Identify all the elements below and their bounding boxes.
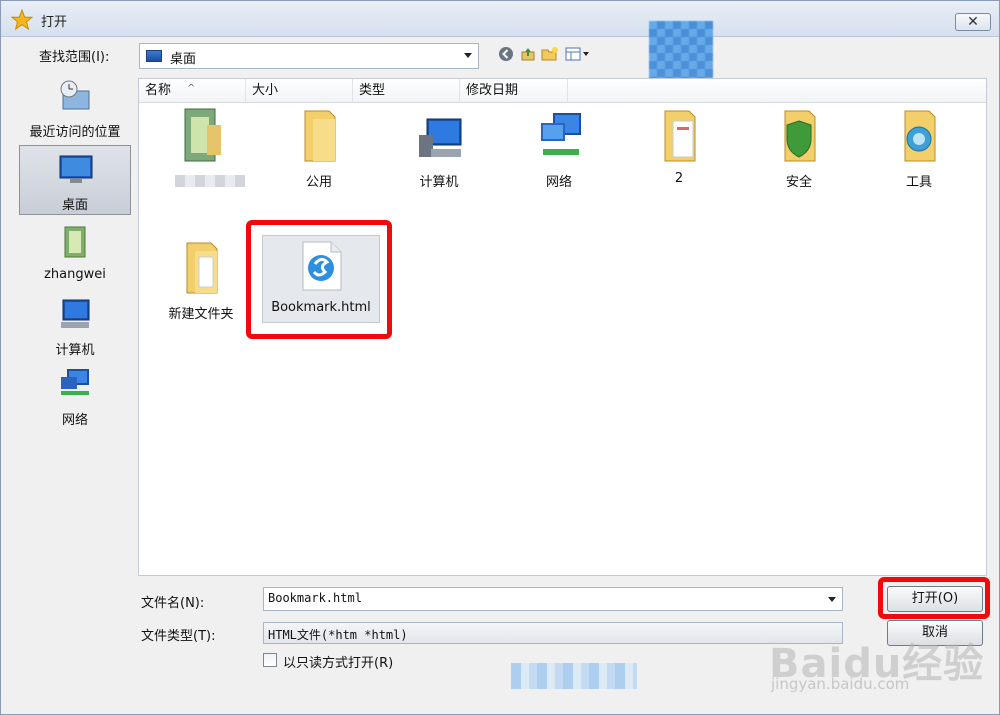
- readonly-checkbox[interactable]: [263, 653, 277, 667]
- column-type[interactable]: 类型: [353, 79, 460, 103]
- place-desktop[interactable]: 桌面: [19, 145, 131, 215]
- file-item-network[interactable]: 网络: [503, 105, 615, 205]
- lookin-value: 桌面: [170, 52, 197, 67]
- up-folder-icon[interactable]: [519, 45, 537, 63]
- close-button[interactable]: ✕: [955, 13, 991, 31]
- file-item-security[interactable]: 安全: [743, 105, 855, 205]
- view-menu-icon[interactable]: [565, 45, 591, 63]
- desktop-icon: [59, 155, 93, 183]
- recent-places-icon: [60, 80, 90, 110]
- back-icon[interactable]: [497, 45, 515, 63]
- folder-icon: [304, 110, 336, 162]
- user-folder-icon: [64, 226, 86, 258]
- chevron-down-icon: [464, 53, 472, 58]
- file-item-computer[interactable]: 计算机: [383, 105, 495, 205]
- new-folder-icon[interactable]: [541, 45, 559, 63]
- column-name[interactable]: 名称 ^: [139, 79, 246, 103]
- file-item-2[interactable]: 2: [623, 105, 735, 205]
- window-title: 打开: [41, 15, 68, 30]
- watermark-url: jingyan.baidu.com: [771, 675, 910, 693]
- folder-icon: [186, 242, 218, 294]
- place-computer[interactable]: 计算机: [19, 291, 131, 358]
- network-icon: [61, 369, 89, 395]
- blurred-region: [511, 663, 637, 689]
- blurred-name: [175, 175, 245, 187]
- place-user[interactable]: zhangwei: [19, 219, 131, 285]
- close-icon: ✕: [967, 14, 979, 30]
- blurred-region: [649, 21, 713, 81]
- column-size[interactable]: 大小: [246, 79, 353, 103]
- folder-icon: [904, 110, 936, 162]
- star-icon: [11, 9, 33, 31]
- filetype-select[interactable]: HTML文件(*htm *html): [263, 622, 843, 644]
- folder-icon: [664, 110, 696, 162]
- title-bar: 打开 ✕: [1, 1, 999, 37]
- filename-label: 文件名(N):: [141, 596, 205, 611]
- folder-icon: [784, 110, 816, 162]
- highlight-box-open: [878, 577, 990, 619]
- computer-icon: [419, 118, 462, 157]
- place-network[interactable]: 网络: [19, 361, 131, 428]
- place-recent[interactable]: 最近访问的位置: [19, 73, 131, 140]
- file-item-library[interactable]: [145, 105, 257, 205]
- desktop-icon: [146, 50, 162, 62]
- filename-input[interactable]: Bookmark.html: [263, 587, 843, 611]
- file-item-tools[interactable]: 工具: [863, 105, 975, 205]
- file-item-new-folder[interactable]: 新建文件夹: [145, 237, 257, 337]
- library-folder-icon: [184, 108, 221, 162]
- places-bar: 最近访问的位置 桌面 zhangwei 计算机 网络: [15, 73, 133, 701]
- readonly-label[interactable]: 以只读方式打开(R): [283, 652, 393, 671]
- computer-icon: [61, 299, 90, 328]
- open-file-dialog: 打开 ✕ 查找范围(I): 桌面 最近访问的位置 桌面 zhangwei 计算机…: [0, 0, 1000, 715]
- lookin-label: 查找范围(I):: [39, 50, 110, 65]
- filetype-label: 文件类型(T):: [141, 629, 216, 644]
- chevron-down-icon[interactable]: [828, 597, 836, 602]
- lookin-dropdown[interactable]: 桌面: [139, 43, 479, 69]
- file-item-public[interactable]: 公用: [263, 105, 375, 205]
- highlight-box-file: [246, 220, 392, 339]
- column-headers: 名称 ^ 大小 类型 修改日期: [139, 79, 986, 103]
- column-modified[interactable]: 修改日期: [460, 79, 568, 103]
- sort-ascending-icon: ^: [187, 83, 196, 94]
- network-icon: [541, 113, 581, 155]
